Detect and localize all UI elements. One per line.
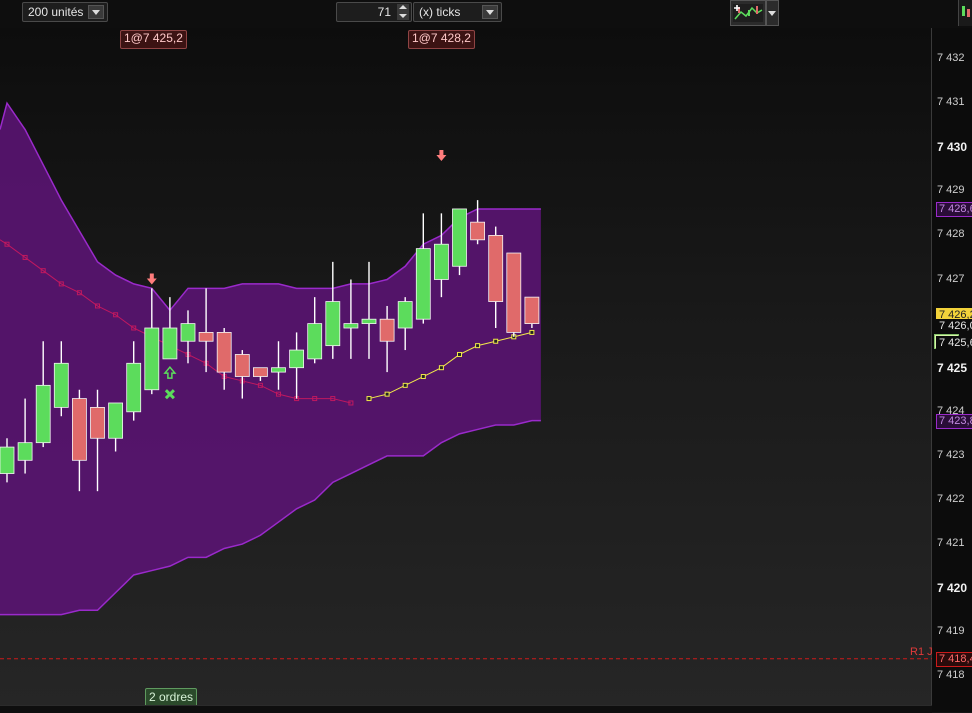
candle-body	[343, 323, 359, 329]
candle-body	[307, 323, 323, 360]
lead-marker	[366, 396, 372, 402]
lead-marker	[384, 391, 390, 397]
candle-body	[506, 252, 522, 333]
candle-body	[180, 323, 196, 342]
candle-body	[108, 402, 123, 439]
order-label-text: 1@7 428,2	[412, 31, 471, 45]
order-label[interactable]: 1@7 428,2	[408, 30, 475, 49]
candle-body	[271, 367, 286, 373]
candle-body	[35, 384, 51, 444]
candle-body	[162, 327, 178, 360]
orders-badge-text: 2 ordres	[149, 690, 194, 704]
order-label[interactable]: 1@7 425,2	[120, 30, 187, 49]
lead-marker	[420, 374, 426, 380]
candle-body	[325, 301, 341, 347]
candle-body	[53, 362, 69, 408]
candle-body	[198, 332, 214, 342]
bollinger-band-fill	[0, 103, 541, 615]
lead-marker	[457, 351, 462, 357]
lead-marker	[475, 343, 481, 349]
candle-body	[415, 248, 431, 320]
candle-body	[234, 354, 250, 377]
candle-body	[90, 406, 105, 439]
candle-body	[289, 349, 305, 369]
candle-body	[252, 367, 268, 377]
lead-marker	[402, 382, 408, 388]
candle-body	[524, 296, 540, 325]
candle-body	[126, 362, 142, 413]
candle-body	[379, 318, 395, 342]
sell-arrow-icon	[436, 150, 447, 162]
candle-body	[144, 327, 160, 391]
pivot-label: R1 J	[910, 646, 933, 658]
candle-body	[17, 442, 33, 461]
candle-body	[72, 398, 87, 461]
candle-body	[488, 234, 504, 302]
candle-body	[0, 446, 15, 474]
sell-arrow-icon	[146, 273, 157, 285]
candle-body	[433, 243, 449, 280]
candle-body	[361, 318, 377, 325]
price-chart: R1 J	[0, 101, 933, 660]
candle-body	[452, 208, 467, 267]
lead-marker	[529, 329, 535, 335]
lead-marker	[438, 365, 444, 371]
candle-body	[216, 332, 232, 373]
candle-body	[470, 221, 486, 241]
candle-body	[397, 301, 413, 329]
order-label-text: 1@7 425,2	[124, 31, 183, 45]
lead-marker	[493, 338, 499, 344]
